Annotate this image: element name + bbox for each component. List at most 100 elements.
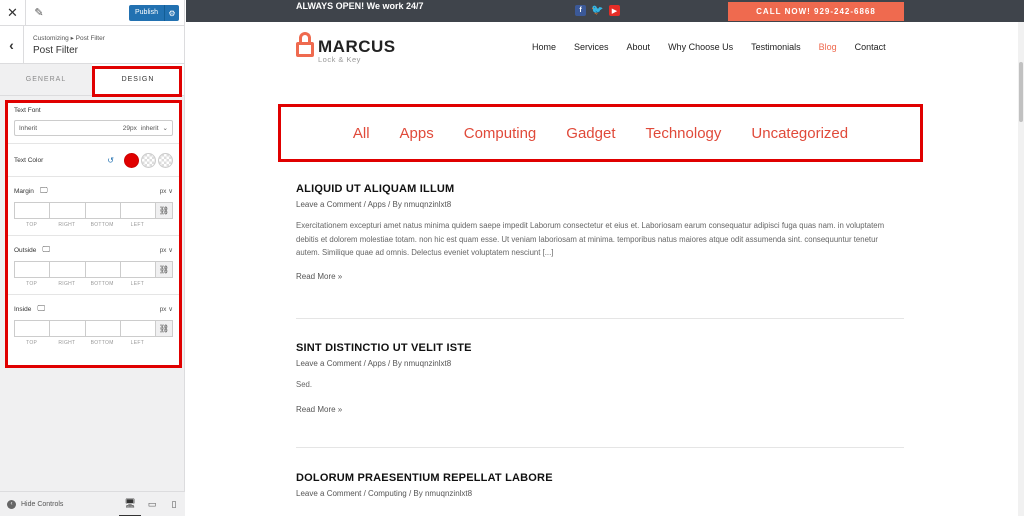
nav-item-services[interactable]: Services (574, 42, 609, 52)
margin-unit-select[interactable]: px ∨ (160, 187, 173, 195)
monitor-icon[interactable]: 🖵 (42, 245, 50, 255)
read-more-link[interactable]: Read More » (296, 405, 904, 414)
blog-post: ALIQUID UT ALIQUAM ILLUM Leave a Comment… (296, 183, 904, 281)
font-weight-value: inherit (140, 124, 159, 132)
inside-bottom-input[interactable] (84, 320, 120, 337)
post-filter: All Apps Computing Gadget Technology Unc… (278, 104, 923, 162)
panel-tabs: GENERAL DESIGN (0, 64, 184, 96)
post-title[interactable]: ALIQUID UT ALIQUAM ILLUM (296, 183, 904, 195)
inside-top-input[interactable] (14, 320, 50, 337)
top-bar-text: ALWAYS OPEN! We work 24/7 (296, 1, 424, 11)
publish-label[interactable]: Publish (129, 5, 165, 21)
post-title[interactable]: DOLORUM PRAESENTIUM REPELLAT LABORE (296, 472, 904, 484)
nav-item-home[interactable]: Home (532, 42, 556, 52)
inside-right-input[interactable] (49, 320, 85, 337)
color-swatch-active[interactable] (124, 152, 139, 168)
filter-gadget[interactable]: Gadget (566, 125, 615, 142)
logo-name: MARCUS (318, 37, 396, 56)
nav-item-blog[interactable]: Blog (819, 42, 837, 52)
filter-apps[interactable]: Apps (400, 125, 434, 142)
filter-technology[interactable]: Technology (646, 125, 722, 142)
inside-unit-select[interactable]: px ∨ (160, 305, 173, 313)
monitor-icon[interactable]: 🖵 (40, 186, 48, 196)
text-color-label: Text Color (14, 156, 44, 164)
site-header: MARCUS Lock & Key Home Services About Wh… (186, 22, 1024, 74)
outside-left-input[interactable] (119, 261, 155, 278)
inside-left-input[interactable] (119, 320, 155, 337)
tab-general[interactable]: GENERAL (0, 64, 92, 95)
side-label-top: TOP (26, 281, 38, 287)
back-arrow-icon[interactable]: ‹ (0, 25, 24, 64)
logo-subtitle: Lock & Key (318, 55, 361, 64)
social-icons: f 🐦 ▶ (575, 5, 620, 16)
publish-button[interactable]: Publish ⚙ (129, 5, 179, 21)
side-label-left: LEFT (130, 281, 145, 287)
site-logo[interactable]: MARCUS Lock & Key (296, 32, 396, 64)
margin-left-input[interactable] (119, 202, 155, 219)
scrollbar-thumb[interactable] (1019, 62, 1023, 122)
side-label-right: RIGHT (58, 281, 76, 287)
divider (8, 294, 179, 295)
customizer-sidebar: ✕ ✎ Publish ⚙ ‹ Customizing ▸ Post Filte… (0, 0, 185, 516)
side-label-left: LEFT (130, 222, 145, 228)
font-family-value: Inherit (19, 124, 38, 132)
scrollbar[interactable] (1018, 22, 1024, 516)
post-excerpt: Exercitationem excepturi amet natus mini… (296, 221, 885, 257)
outside-right-input[interactable] (49, 261, 85, 278)
monitor-icon[interactable]: 🖵 (37, 304, 45, 314)
color-swatch-transparent[interactable] (158, 152, 173, 168)
nav-item-about[interactable]: About (627, 42, 651, 52)
design-panel: Text Font Inherit 29px inherit ⌄ Text Co… (5, 100, 182, 368)
reset-icon[interactable]: ↺ (107, 156, 114, 165)
filter-uncategorized[interactable]: Uncategorized (751, 125, 848, 142)
nav-item-contact[interactable]: Contact (855, 42, 886, 52)
main-nav: Home Services About Why Choose Us Testim… (532, 42, 904, 52)
link-icon[interactable]: ⛓ (155, 320, 173, 337)
call-now-button[interactable]: CALL NOW! 929-242-6868 (728, 2, 904, 21)
close-icon[interactable]: ✕ (0, 0, 26, 26)
tablet-preview-icon[interactable]: ▭ (141, 492, 163, 516)
mobile-preview-icon[interactable]: ▯ (163, 492, 185, 516)
side-label-bottom: BOTTOM (90, 340, 114, 346)
font-size-value: 29px (122, 124, 137, 132)
filter-all[interactable]: All (353, 125, 370, 142)
blog-post: SINT DISTINCTIO UT VELIT ISTE Leave a Co… (296, 342, 904, 414)
chevron-down-icon: ⌄ (162, 125, 168, 132)
youtube-icon[interactable]: ▶ (609, 5, 620, 16)
margin-bottom-input[interactable] (84, 202, 120, 219)
side-label-top: TOP (26, 222, 38, 228)
desktop-preview-icon[interactable]: 🖥 (119, 492, 141, 516)
margin-right-input[interactable] (49, 202, 85, 219)
tab-design[interactable]: DESIGN (92, 64, 184, 95)
post-title[interactable]: SINT DISTINCTIO UT VELIT ISTE (296, 342, 904, 354)
pencil-icon[interactable]: ✎ (26, 0, 52, 26)
divider (8, 235, 179, 236)
link-icon[interactable]: ⛓ (155, 261, 173, 278)
facebook-icon[interactable]: f (575, 5, 586, 16)
outside-unit-select[interactable]: px ∨ (160, 246, 173, 254)
margin-control: Margin 🖵 px ∨ ⛓ TOP RIGHT BOTTOM LEFT (14, 184, 173, 228)
post-excerpt: Sed. (296, 380, 313, 389)
lock-icon (296, 32, 314, 58)
link-icon[interactable]: ⛓ (155, 202, 173, 219)
text-color-row: Text Color ↺ (14, 151, 173, 169)
outside-top-input[interactable] (14, 261, 50, 278)
customizer-topbar: ✕ ✎ Publish ⚙ (0, 0, 184, 26)
read-more-link[interactable]: Read More » (296, 272, 904, 281)
inside-label: Inside (14, 305, 32, 313)
customizer-footer: ‹ Hide Controls 🖥 ▭ ▯ (0, 491, 185, 516)
font-family-select[interactable]: Inherit 29px inherit ⌄ (14, 120, 173, 136)
nav-item-testimonials[interactable]: Testimonials (751, 42, 801, 52)
twitter-icon[interactable]: 🐦 (591, 5, 603, 16)
filter-computing[interactable]: Computing (464, 125, 537, 142)
margin-top-input[interactable] (14, 202, 50, 219)
outside-bottom-input[interactable] (84, 261, 120, 278)
section-title: Post Filter (33, 44, 79, 56)
top-bar: ALWAYS OPEN! We work 24/7 f 🐦 ▶ CALL NOW… (186, 0, 1024, 22)
outside-label: Outside (14, 246, 37, 254)
hide-controls-button[interactable]: ‹ Hide Controls (0, 499, 119, 509)
color-swatch-hover[interactable] (141, 152, 156, 168)
collapse-icon: ‹ (7, 499, 16, 509)
nav-item-why-choose-us[interactable]: Why Choose Us (668, 42, 733, 52)
gear-icon[interactable]: ⚙ (165, 9, 179, 18)
